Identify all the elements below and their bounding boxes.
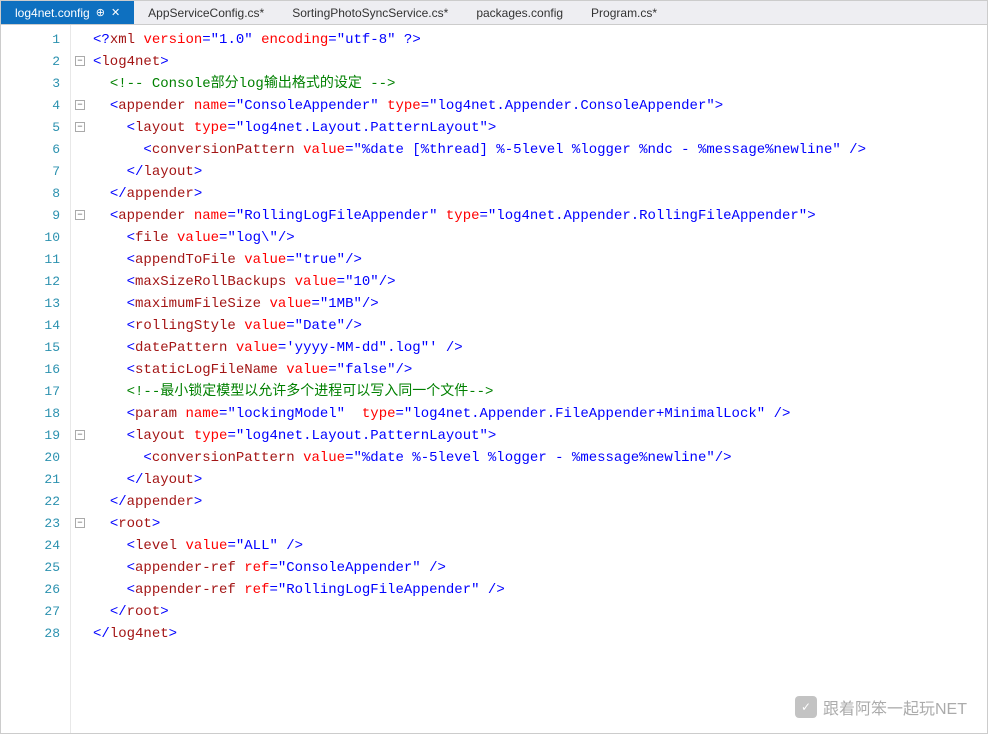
line-number: 11 [1,249,60,271]
code-line[interactable]: </appender> [93,183,987,205]
fold-gutter: − − − − − − [71,25,89,733]
tab-program-cs[interactable]: Program.cs* [577,1,671,24]
line-number-gutter: 1234567891011121314151617181920212223242… [1,25,71,733]
line-number: 3 [1,73,60,95]
code-line[interactable]: <layout type="log4net.Layout.PatternLayo… [93,117,987,139]
tab-log4net-config[interactable]: log4net.config ⊕ ✕ [1,1,134,24]
code-line[interactable]: </root> [93,601,987,623]
code-line[interactable]: <appender name="ConsoleAppender" type="l… [93,95,987,117]
tab-label: SortingPhotoSyncService.cs* [292,6,448,20]
code-line[interactable]: <log4net> [93,51,987,73]
line-number: 4 [1,95,60,117]
fold-toggle[interactable]: − [75,430,85,440]
line-number: 10 [1,227,60,249]
line-number: 28 [1,623,60,645]
tab-label: log4net.config [15,6,90,20]
line-number: 25 [1,557,60,579]
line-number: 21 [1,469,60,491]
tab-appserviceconfig[interactable]: AppServiceConfig.cs* [134,1,278,24]
code-line[interactable]: <level value="ALL" /> [93,535,987,557]
tab-bar: log4net.config ⊕ ✕ AppServiceConfig.cs* … [1,1,987,25]
line-number: 20 [1,447,60,469]
code-line[interactable]: <conversionPattern value="%date %-5level… [93,447,987,469]
line-number: 26 [1,579,60,601]
code-line[interactable]: <file value="log\"/> [93,227,987,249]
tab-label: AppServiceConfig.cs* [148,6,264,20]
code-line[interactable]: <datePattern value='yyyy-MM-dd".log"' /> [93,337,987,359]
line-number: 5 [1,117,60,139]
line-number: 22 [1,491,60,513]
code-line[interactable]: <appender name="RollingLogFileAppender" … [93,205,987,227]
watermark-icon: ✓ [795,696,817,718]
code-line[interactable]: </appender> [93,491,987,513]
code-line[interactable]: <!--最小锁定模型以允许多个进程可以写入同一个文件--> [93,381,987,403]
line-number: 9 [1,205,60,227]
line-number: 16 [1,359,60,381]
tab-label: Program.cs* [591,6,657,20]
watermark: ✓ 跟着阿笨一起玩NET [795,695,967,719]
tab-label: packages.config [476,6,563,20]
code-line[interactable]: <appendToFile value="true"/> [93,249,987,271]
line-number: 24 [1,535,60,557]
line-number: 2 [1,51,60,73]
code-line[interactable]: <staticLogFileName value="false"/> [93,359,987,381]
code-line[interactable]: <?xml version="1.0" encoding="utf-8" ?> [93,29,987,51]
code-line[interactable]: </log4net> [93,623,987,645]
code-line[interactable]: <maximumFileSize value="1MB"/> [93,293,987,315]
fold-toggle[interactable]: − [75,210,85,220]
code-line[interactable]: <layout type="log4net.Layout.PatternLayo… [93,425,987,447]
watermark-text: 跟着阿笨一起玩NET [823,695,967,719]
code-line[interactable]: <appender-ref ref="RollingLogFileAppende… [93,579,987,601]
line-number: 18 [1,403,60,425]
code-line[interactable]: </layout> [93,469,987,491]
line-number: 7 [1,161,60,183]
line-number: 8 [1,183,60,205]
code-area[interactable]: <?xml version="1.0" encoding="utf-8" ?><… [89,25,987,733]
tab-packages-config[interactable]: packages.config [462,1,577,24]
line-number: 19 [1,425,60,447]
code-line[interactable]: <rollingStyle value="Date"/> [93,315,987,337]
code-line[interactable]: <root> [93,513,987,535]
line-number: 12 [1,271,60,293]
code-line[interactable]: <conversionPattern value="%date [%thread… [93,139,987,161]
line-number: 23 [1,513,60,535]
line-number: 14 [1,315,60,337]
code-editor[interactable]: 1234567891011121314151617181920212223242… [1,25,987,733]
line-number: 15 [1,337,60,359]
code-line[interactable]: <maxSizeRollBackups value="10"/> [93,271,987,293]
line-number: 27 [1,601,60,623]
code-line[interactable]: <!-- Console部分log输出格式的设定 --> [93,73,987,95]
fold-toggle[interactable]: − [75,518,85,528]
fold-toggle[interactable]: − [75,100,85,110]
fold-toggle[interactable]: − [75,56,85,66]
code-line[interactable]: <appender-ref ref="ConsoleAppender" /> [93,557,987,579]
line-number: 17 [1,381,60,403]
tab-sortingphotosyncservice[interactable]: SortingPhotoSyncService.cs* [278,1,462,24]
code-line[interactable]: </layout> [93,161,987,183]
line-number: 1 [1,29,60,51]
line-number: 6 [1,139,60,161]
code-line[interactable]: <param name="lockingModel" type="log4net… [93,403,987,425]
pin-icon[interactable]: ⊕ [96,6,105,19]
fold-toggle[interactable]: − [75,122,85,132]
line-number: 13 [1,293,60,315]
close-icon[interactable]: ✕ [111,6,120,19]
